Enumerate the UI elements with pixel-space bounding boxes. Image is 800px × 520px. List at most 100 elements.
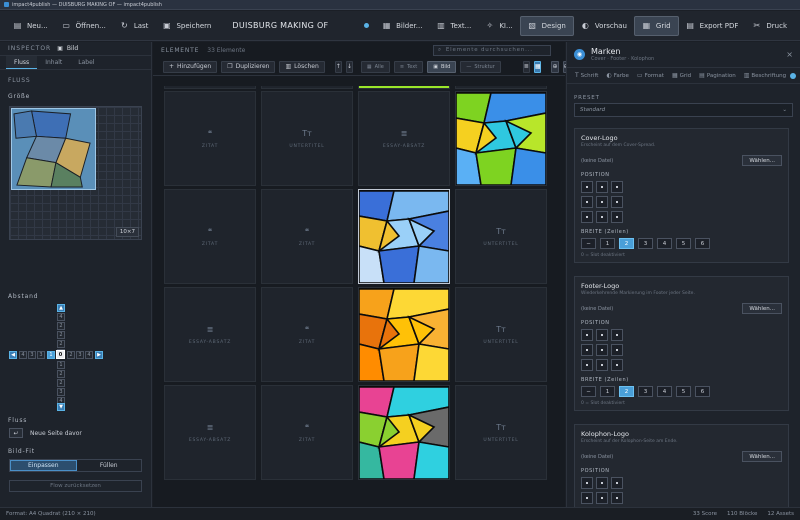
text-button[interactable]: ▥ Text... bbox=[429, 16, 478, 36]
tab-schrift[interactable]: T Schrift bbox=[571, 72, 602, 79]
tab-inhalt[interactable]: Inhalt bbox=[37, 56, 70, 69]
position-cell[interactable] bbox=[596, 344, 608, 356]
grid-button[interactable]: ▦ Grid bbox=[633, 15, 679, 36]
save-button[interactable]: ▣ Speichern bbox=[155, 16, 218, 36]
position-cell[interactable] bbox=[581, 329, 593, 341]
position-cell[interactable] bbox=[596, 359, 608, 371]
position-cell[interactable] bbox=[596, 329, 608, 341]
print-button[interactable]: ✂ Druck bbox=[745, 16, 794, 36]
open-button[interactable]: ▭ Öffnen... bbox=[55, 16, 113, 36]
element-card-clipped[interactable] bbox=[455, 86, 547, 89]
spacing-bottom-3[interactable]: 3 bbox=[57, 388, 65, 396]
images-button[interactable]: ▦ Bilder... bbox=[375, 16, 429, 36]
size-preview-page[interactable] bbox=[11, 108, 96, 190]
element-card-image[interactable] bbox=[455, 91, 547, 186]
spacing-center[interactable]: 0 bbox=[56, 350, 65, 359]
filter-text[interactable]: ≡ Text bbox=[393, 60, 424, 73]
element-card-clipped[interactable] bbox=[164, 86, 256, 89]
spacing-top-4[interactable]: 4 bbox=[57, 313, 65, 321]
tab-paginierung[interactable]: ▤ Pagination bbox=[695, 72, 740, 79]
width-option[interactable]: 4 bbox=[657, 238, 672, 249]
position-cell[interactable] bbox=[611, 492, 623, 504]
element-card-essay[interactable]: ≣ ESSAY-ABSATZ bbox=[164, 287, 256, 382]
element-card-image[interactable] bbox=[358, 189, 450, 284]
move-down-button[interactable]: ↓ bbox=[345, 60, 353, 73]
position-cell[interactable] bbox=[581, 181, 593, 193]
element-card-essay[interactable]: ≣ ESSAY-ABSATZ bbox=[164, 385, 256, 480]
element-card-subtitle[interactable]: Tт UNTERTITEL bbox=[455, 385, 547, 480]
position-cell[interactable] bbox=[581, 196, 593, 208]
tab-farbe[interactable]: ◐ Farbe bbox=[602, 72, 632, 79]
position-cell[interactable] bbox=[581, 477, 593, 489]
filter-structure[interactable]: — Struktur bbox=[460, 60, 501, 73]
element-card-essay[interactable]: ≣ ESSAY-ABSATZ bbox=[358, 91, 450, 186]
width-option[interactable]: 1 bbox=[600, 238, 615, 249]
fit-fuellen-button[interactable]: Füllen bbox=[77, 460, 142, 471]
position-cell[interactable] bbox=[596, 211, 608, 223]
spacing-left-3[interactable]: 4 bbox=[19, 351, 27, 359]
spacing-left-2[interactable]: 3 bbox=[28, 351, 36, 359]
width-option[interactable]: 2 bbox=[619, 386, 634, 397]
spacing-right-1[interactable]: 2 bbox=[67, 351, 75, 359]
spacing-bottom-2[interactable]: 2 bbox=[57, 379, 65, 387]
element-card-subtitle[interactable]: Tт UNTERTITEL bbox=[455, 287, 547, 382]
spacing-down-arrow-icon[interactable]: ▼ bbox=[57, 403, 65, 411]
position-cell[interactable] bbox=[581, 359, 593, 371]
position-cell[interactable] bbox=[581, 344, 593, 356]
position-cell[interactable] bbox=[611, 477, 623, 489]
more-tabs-icon[interactable] bbox=[790, 72, 796, 79]
reset-flow-button[interactable]: Flow zurücksetzen bbox=[9, 480, 142, 492]
spacing-top-1[interactable]: 2 bbox=[57, 340, 65, 348]
element-card-subtitle[interactable]: Tт UNTERTITEL bbox=[261, 91, 353, 186]
width-option[interactable]: 1 bbox=[600, 386, 615, 397]
filter-image[interactable]: ▣ Bild bbox=[427, 60, 457, 73]
delete-button[interactable]: ▥ Löschen bbox=[279, 60, 325, 73]
width-option[interactable]: 3 bbox=[638, 238, 653, 249]
tab-label[interactable]: Label bbox=[70, 56, 102, 69]
choose-file-button[interactable]: Wählen... bbox=[742, 451, 782, 462]
position-cell[interactable] bbox=[596, 477, 608, 489]
spacing-left-1[interactable]: 3 bbox=[37, 351, 45, 359]
spacing-right-3[interactable]: 4 bbox=[85, 351, 93, 359]
position-cell[interactable] bbox=[596, 492, 608, 504]
position-cell[interactable] bbox=[611, 196, 623, 208]
new-button[interactable]: ▤ Neu... bbox=[6, 16, 55, 36]
move-up-button[interactable]: ↑ bbox=[334, 60, 342, 73]
position-cell[interactable] bbox=[581, 492, 593, 504]
ki-button[interactable]: ✧ KI... bbox=[478, 16, 519, 36]
element-card-clipped[interactable] bbox=[358, 86, 450, 89]
position-cell[interactable] bbox=[581, 211, 593, 223]
spacing-right-2[interactable]: 3 bbox=[76, 351, 84, 359]
export-pdf-button[interactable]: ▤ Export PDF bbox=[679, 16, 746, 36]
tab-grid[interactable]: ▦ Grid bbox=[668, 72, 695, 79]
width-option[interactable]: 6 bbox=[695, 238, 710, 249]
element-card-subtitle[interactable]: Tт UNTERTITEL bbox=[455, 189, 547, 284]
choose-file-button[interactable]: Wählen... bbox=[742, 155, 782, 166]
spacing-left-selected[interactable]: 1 bbox=[47, 351, 55, 359]
element-card-quote[interactable]: ❝ ZITAT bbox=[164, 189, 256, 284]
last-button[interactable]: ↻ Last bbox=[113, 16, 156, 36]
tab-beschriftung[interactable]: ▥ Beschriftung bbox=[740, 72, 790, 79]
width-option[interactable]: 6 bbox=[695, 386, 710, 397]
width-option[interactable]: 5 bbox=[676, 386, 691, 397]
position-cell[interactable] bbox=[611, 344, 623, 356]
tab-fluss[interactable]: Fluss bbox=[6, 56, 38, 69]
element-card-quote[interactable]: ❝ ZITAT bbox=[261, 385, 353, 480]
zoom-in-button[interactable]: ⊕ bbox=[551, 60, 559, 73]
fit-einpassen-button[interactable]: Einpassen bbox=[10, 460, 77, 471]
flow-option-row[interactable]: ↵ Neue Seite davor bbox=[9, 428, 82, 438]
width-option[interactable]: 5 bbox=[676, 238, 691, 249]
design-button[interactable]: ▧ Design bbox=[519, 15, 574, 36]
position-cell[interactable] bbox=[611, 211, 623, 223]
grid-view-button[interactable]: ▦ bbox=[533, 60, 542, 73]
duplicate-button[interactable]: ❐ Duplizieren bbox=[221, 60, 276, 73]
width-option[interactable]: 3 bbox=[638, 386, 653, 397]
spacing-bottom-0[interactable]: 1 bbox=[57, 361, 65, 369]
element-card-image[interactable] bbox=[358, 385, 450, 480]
element-card-quote[interactable]: ❝ ZITAT bbox=[164, 91, 256, 186]
spacing-left-arrow-icon[interactable]: ◀ bbox=[9, 351, 17, 359]
element-card-image[interactable] bbox=[358, 287, 450, 382]
choose-file-button[interactable]: Wählen... bbox=[742, 303, 782, 314]
tab-format[interactable]: ▭ Format bbox=[633, 72, 668, 79]
spacing-up-arrow-icon[interactable]: ▲ bbox=[57, 304, 65, 312]
